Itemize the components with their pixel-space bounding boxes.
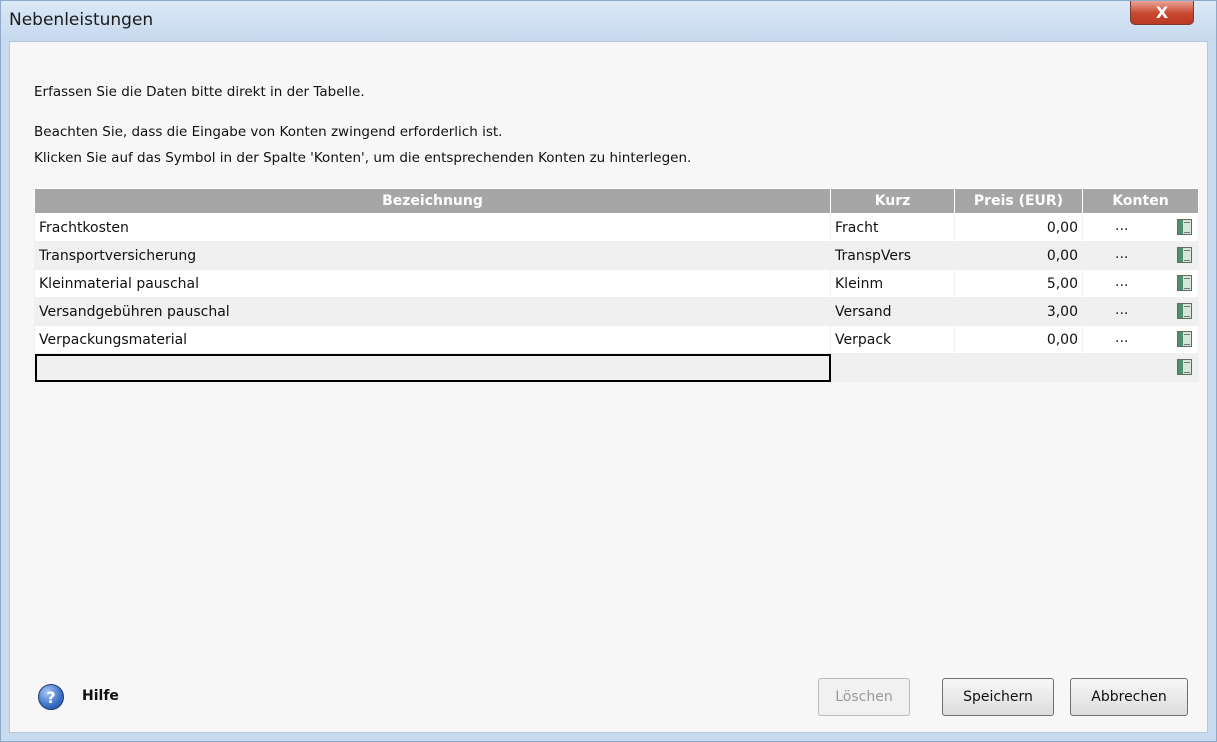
column-header-preis[interactable]: Preis (EUR) <box>954 188 1083 214</box>
help-icon[interactable]: ? <box>38 684 64 710</box>
cell-bezeichnung[interactable]: Versandgebühren pauschal <box>34 297 831 326</box>
cell-preis[interactable]: 5,00 <box>954 269 1083 298</box>
cell-preis[interactable]: 0,00 <box>954 213 1083 242</box>
cell-bezeichnung[interactable]: Transportversicherung <box>34 241 831 270</box>
cell-kurz[interactable]: Kleinm <box>830 269 955 298</box>
cell-preis[interactable]: 0,00 <box>954 325 1083 354</box>
cell-bezeichnung[interactable]: Verpackungsmaterial <box>34 325 831 354</box>
table-row[interactable]: Versandgebühren pauschal Versand 3,00 ..… <box>34 297 1199 326</box>
account-table-icon[interactable] <box>1177 331 1192 347</box>
cancel-button[interactable]: Abbrechen <box>1070 678 1188 716</box>
cell-bezeichnung[interactable]: Kleinmaterial pauschal <box>34 269 831 298</box>
account-table-icon[interactable] <box>1177 359 1192 375</box>
cell-kurz[interactable]: Fracht <box>830 213 955 242</box>
dialog-content: Erfassen Sie die Daten bitte direkt in d… <box>9 41 1208 733</box>
account-table-icon[interactable] <box>1177 303 1192 319</box>
column-header-konten[interactable]: Konten <box>1082 188 1199 214</box>
table-row[interactable]: Transportversicherung TranspVers 0,00 ..… <box>34 241 1199 270</box>
column-header-bezeichnung[interactable]: Bezeichnung <box>34 188 831 214</box>
column-header-kurz[interactable]: Kurz <box>830 188 955 214</box>
dialog-footer: ? Hilfe Löschen Speichern Abbrechen <box>10 674 1207 732</box>
cell-preis[interactable] <box>954 353 1083 382</box>
delete-button[interactable]: Löschen <box>818 678 910 716</box>
instruction-line-3: Klicken Sie auf das Symbol in der Spalte… <box>34 150 692 166</box>
cell-kurz[interactable] <box>830 353 955 382</box>
instruction-line-1: Erfassen Sie die Daten bitte direkt in d… <box>34 84 365 100</box>
account-table-icon[interactable] <box>1177 275 1192 291</box>
title-bar[interactable]: Nebenleistungen X <box>1 1 1216 41</box>
help-link[interactable]: Hilfe <box>82 688 119 704</box>
table-row[interactable]: Frachtkosten Fracht 0,00 ... <box>34 213 1199 242</box>
close-button[interactable]: X <box>1130 1 1194 25</box>
cell-preis[interactable]: 0,00 <box>954 241 1083 270</box>
cell-kurz[interactable]: TranspVers <box>830 241 955 270</box>
cell-konten[interactable] <box>1082 353 1199 382</box>
cell-kurz[interactable]: Verpack <box>830 325 955 354</box>
cell-konten[interactable]: ... <box>1082 213 1199 242</box>
cell-konten[interactable]: ... <box>1082 325 1199 354</box>
window-title: Nebenleistungen <box>9 10 154 30</box>
konten-value: ... <box>1115 274 1129 290</box>
cell-konten[interactable]: ... <box>1082 269 1199 298</box>
services-table: Bezeichnung Kurz Preis (EUR) Konten Frac… <box>34 188 1199 382</box>
cell-kurz[interactable]: Versand <box>830 297 955 326</box>
konten-value: ... <box>1115 246 1129 262</box>
cell-bezeichnung[interactable]: Frachtkosten <box>34 213 831 242</box>
table-header-row: Bezeichnung Kurz Preis (EUR) Konten <box>34 188 1199 214</box>
table-row[interactable]: Verpackungsmaterial Verpack 0,00 ... <box>34 325 1199 354</box>
dialog-window: Nebenleistungen X Erfassen Sie die Daten… <box>0 0 1217 742</box>
cell-preis[interactable]: 3,00 <box>954 297 1083 326</box>
account-table-icon[interactable] <box>1177 219 1192 235</box>
new-bezeichnung-input[interactable] <box>34 353 831 382</box>
konten-value: ... <box>1115 218 1129 234</box>
instruction-line-2: Beachten Sie, dass die Eingabe von Konte… <box>34 124 503 140</box>
konten-value: ... <box>1115 330 1129 346</box>
table-row[interactable]: Kleinmaterial pauschal Kleinm 5,00 ... <box>34 269 1199 298</box>
account-table-icon[interactable] <box>1177 247 1192 263</box>
new-entry-row[interactable] <box>34 353 1199 382</box>
save-button[interactable]: Speichern <box>942 678 1054 716</box>
close-icon: X <box>1155 3 1169 22</box>
konten-value: ... <box>1115 302 1129 318</box>
cell-konten[interactable]: ... <box>1082 297 1199 326</box>
cell-konten[interactable]: ... <box>1082 241 1199 270</box>
